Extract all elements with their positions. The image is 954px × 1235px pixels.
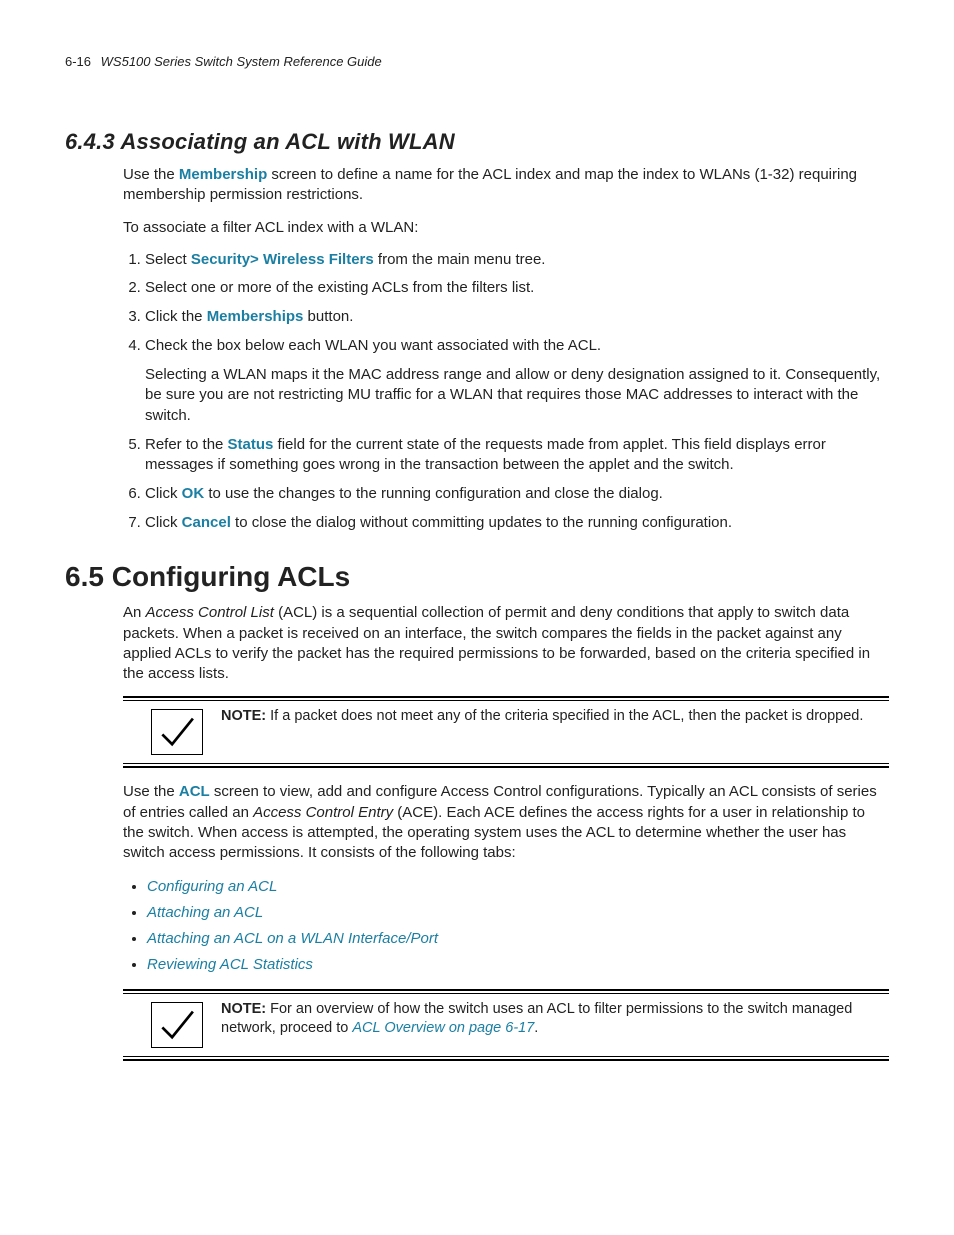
list-item: Configuring an ACL	[147, 875, 889, 899]
page: 6-16 WS5100 Series Switch System Referen…	[0, 0, 954, 1235]
heading-6-5: 6.5 Configuring ACLs	[65, 561, 889, 593]
checkmark-icon	[151, 1002, 203, 1048]
procedure-steps: Select Security> Wireless Filters from t…	[123, 250, 889, 534]
step-6: Click OK to use the changes to the runni…	[145, 484, 889, 505]
step-5: Refer to the Status field for the curren…	[145, 435, 889, 476]
heading-number: 6.5	[65, 561, 104, 592]
doc-title: WS5100 Series Switch System Reference Gu…	[101, 54, 382, 69]
heading-6-4-3: 6.4.3 Associating an ACL with WLAN	[65, 129, 889, 155]
cancel-button-label: Cancel	[182, 514, 231, 531]
memberships-button-label: Memberships	[207, 308, 304, 325]
link-attaching-acl[interactable]: Attaching an ACL	[147, 904, 263, 921]
link-reviewing-acl-stats[interactable]: Reviewing ACL Statistics	[147, 956, 313, 973]
note-text: NOTE: For an overview of how the switch …	[221, 1000, 889, 1038]
running-header: 6-16 WS5100 Series Switch System Referen…	[65, 54, 889, 69]
list-item: Attaching an ACL on a WLAN Interface/Por…	[147, 927, 889, 951]
ace-term: Access Control Entry	[253, 804, 393, 821]
lead-in: To associate a filter ACL index with a W…	[123, 218, 889, 238]
note-label: NOTE:	[221, 1001, 266, 1017]
step-2: Select one or more of the existing ACLs …	[145, 278, 889, 299]
note-box-1: NOTE: If a packet does not meet any of t…	[123, 696, 889, 768]
step-3: Click the Memberships button.	[145, 307, 889, 328]
status-field-label: Status	[228, 436, 274, 453]
step-1: Select Security> Wireless Filters from t…	[145, 250, 889, 271]
step-4-detail: Selecting a WLAN maps it the MAC address…	[145, 365, 889, 427]
step-7: Click Cancel to close the dialog without…	[145, 513, 889, 534]
heading-title: Associating an ACL with WLAN	[120, 129, 454, 154]
link-acl-overview[interactable]: ACL Overview on page 6-17	[352, 1020, 534, 1036]
acl-intro-paragraph: An Access Control List (ACL) is a sequen…	[123, 603, 889, 684]
list-item: Reviewing ACL Statistics	[147, 953, 889, 977]
list-item: Attaching an ACL	[147, 901, 889, 925]
ok-button-label: OK	[182, 485, 205, 502]
heading-title: Configuring ACLs	[112, 561, 350, 592]
tabs-list: Configuring an ACL Attaching an ACL Atta…	[123, 875, 889, 977]
page-number: 6-16	[65, 54, 91, 69]
content-area: 6.4.3 Associating an ACL with WLAN Use t…	[65, 129, 889, 1061]
link-configuring-acl[interactable]: Configuring an ACL	[147, 878, 277, 895]
note-label: NOTE:	[221, 708, 266, 724]
heading-number: 6.4.3	[65, 129, 115, 154]
acl-screen-paragraph: Use the ACL screen to view, add and conf…	[123, 782, 889, 863]
acl-screen-term: ACL	[179, 783, 210, 800]
membership-term: Membership	[179, 166, 267, 183]
step-4: Check the box below each WLAN you want a…	[145, 336, 889, 427]
intro-paragraph: Use the Membership screen to define a na…	[123, 165, 889, 206]
link-attaching-acl-wlan[interactable]: Attaching an ACL on a WLAN Interface/Por…	[147, 930, 438, 947]
menu-path: Security> Wireless Filters	[191, 251, 374, 268]
note-box-2: NOTE: For an overview of how the switch …	[123, 989, 889, 1061]
checkmark-icon	[151, 709, 203, 755]
note-text: NOTE: If a packet does not meet any of t…	[221, 707, 863, 726]
acl-term: Access Control List	[146, 604, 274, 621]
